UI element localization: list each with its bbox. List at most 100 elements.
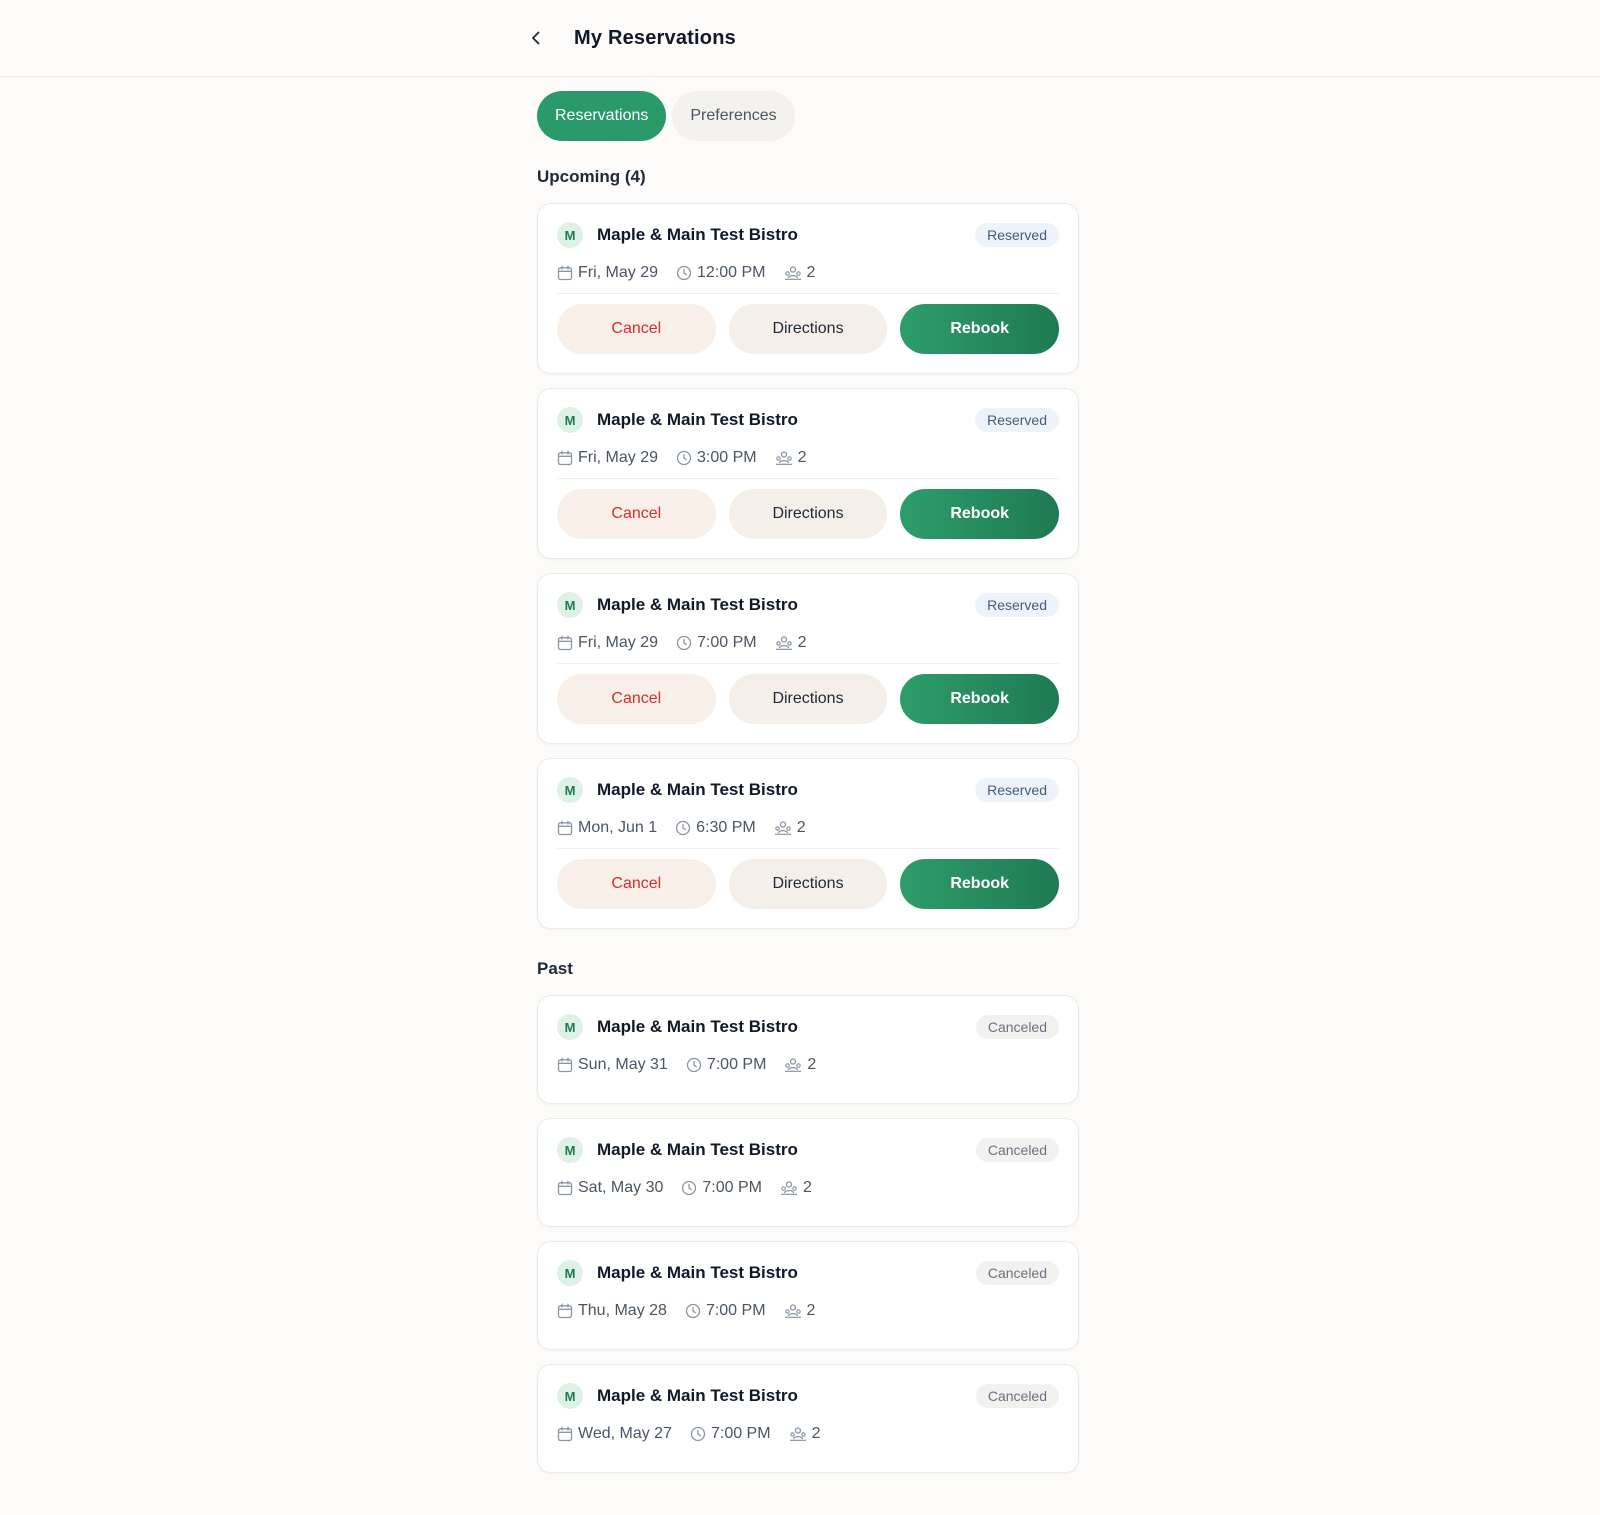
party-size: 2 <box>784 1302 815 1320</box>
people-icon <box>774 821 791 835</box>
reservation-meta: Sun, May 31 7:00 PM 2 <box>557 1053 1059 1077</box>
status-badge: Canceled <box>975 1384 1059 1408</box>
card-divider <box>557 478 1059 479</box>
guests-text: 2 <box>796 819 806 836</box>
time-text: 12:00 PM <box>697 264 766 281</box>
reservation-time: 7:00 PM <box>681 1179 762 1197</box>
status-badge: Canceled <box>975 1261 1059 1285</box>
people-icon <box>775 636 792 650</box>
tab-reservations[interactable]: Reservations <box>537 91 667 141</box>
card-header: M Maple & Main Test Bistro Canceled <box>557 1014 1059 1040</box>
card-header: M Maple & Main Test Bistro Reserved <box>557 407 1059 433</box>
past-reservation-card-4: M Maple & Main Test Bistro Canceled Wed,… <box>537 1364 1079 1473</box>
date-text: Thu, May 28 <box>578 1302 667 1319</box>
restaurant-avatar: M <box>557 592 583 618</box>
restaurant-avatar: M <box>557 222 583 248</box>
upcoming-reservation-card-4: M Maple & Main Test Bistro Reserved Mon,… <box>537 758 1079 929</box>
directions-button[interactable]: Directions <box>728 304 888 354</box>
reservation-meta: Wed, May 27 7:00 PM 2 <box>557 1422 1059 1446</box>
guests-text: 2 <box>797 449 807 466</box>
upcoming-list: M Maple & Main Test Bistro Reserved Fri,… <box>537 203 1079 929</box>
people-icon <box>785 1058 802 1072</box>
restaurant-avatar: M <box>557 1383 583 1409</box>
calendar-icon <box>557 635 573 651</box>
time-text: 7:00 PM <box>705 1302 766 1319</box>
top-bar: My Reservations <box>0 0 1600 77</box>
party-size: 2 <box>784 1056 816 1074</box>
reservation-date: Sat, May 30 <box>557 1179 663 1197</box>
card-actions: Cancel Directions Rebook <box>557 304 1060 354</box>
clock-icon <box>685 1303 701 1319</box>
party-size: 2 <box>780 1179 812 1197</box>
restaurant-name: Maple & Main Test Bistro <box>597 1386 798 1405</box>
clock-icon <box>682 1180 697 1196</box>
past-reservation-card-1: M Maple & Main Test Bistro Canceled Sun,… <box>537 995 1079 1104</box>
reservation-meta: Mon, Jun 1 6:30 PM 2 <box>557 816 1059 840</box>
date-text: Mon, Jun 1 <box>578 819 658 836</box>
card-divider <box>557 663 1059 664</box>
restaurant-avatar: M <box>557 1014 583 1040</box>
date-text: Fri, May 29 <box>578 449 659 466</box>
guests-text: 2 <box>806 264 816 281</box>
status-badge: Canceled <box>975 1015 1059 1039</box>
calendar-icon <box>557 1426 573 1442</box>
reservation-time: 7:00 PM <box>685 1302 766 1320</box>
status-badge: Reserved <box>975 223 1059 247</box>
guests-text: 2 <box>797 634 807 651</box>
back-button[interactable] <box>522 24 550 52</box>
date-text: Fri, May 29 <box>578 634 659 651</box>
party-size: 2 <box>774 819 806 837</box>
main-content: Reservations Preferences Upcoming (4) M … <box>537 91 1079 1487</box>
tab-bar: Reservations Preferences <box>537 91 1079 141</box>
rebook-button[interactable]: Rebook <box>900 304 1060 354</box>
party-size: 2 <box>784 264 816 282</box>
cancel-button[interactable]: Cancel <box>557 304 716 354</box>
restaurant-avatar: M <box>557 407 583 433</box>
people-icon <box>775 451 792 465</box>
past-reservation-card-2: M Maple & Main Test Bistro Canceled Sat,… <box>537 1118 1079 1227</box>
reservation-time: 12:00 PM <box>676 264 766 282</box>
restaurant-avatar: M <box>557 777 583 803</box>
people-icon <box>784 1304 801 1318</box>
cancel-button[interactable]: Cancel <box>557 489 716 539</box>
card-divider <box>557 848 1059 849</box>
restaurant-name: Maple & Main Test Bistro <box>597 780 798 799</box>
upcoming-reservation-card-1: M Maple & Main Test Bistro Reserved Fri,… <box>537 203 1079 374</box>
tab-preferences[interactable]: Preferences <box>672 91 795 141</box>
clock-icon <box>676 635 692 651</box>
reservation-time: 7:00 PM <box>676 634 757 652</box>
reservation-date: Thu, May 28 <box>557 1302 667 1320</box>
cancel-button[interactable]: Cancel <box>557 674 716 724</box>
reservation-date: Mon, Jun 1 <box>557 819 657 837</box>
rebook-button[interactable]: Rebook <box>900 674 1060 724</box>
party-size: 2 <box>775 449 807 467</box>
cancel-button[interactable]: Cancel <box>557 859 716 909</box>
card-actions: Cancel Directions Rebook <box>557 859 1060 909</box>
time-text: 7:00 PM <box>706 1056 767 1073</box>
reservation-date: Fri, May 29 <box>557 264 658 282</box>
party-size: 2 <box>789 1425 820 1443</box>
card-header: M Maple & Main Test Bistro Reserved <box>557 222 1059 248</box>
rebook-button[interactable]: Rebook <box>900 489 1060 539</box>
rebook-button[interactable]: Rebook <box>900 859 1060 909</box>
calendar-icon <box>557 1180 573 1196</box>
status-badge: Canceled <box>975 1138 1059 1162</box>
reservation-meta: Fri, May 29 12:00 PM 2 <box>557 261 1059 285</box>
past-section-title: Past <box>537 959 573 978</box>
time-text: 3:00 PM <box>697 449 757 466</box>
clock-icon <box>676 820 691 836</box>
calendar-icon <box>557 450 573 466</box>
directions-button[interactable]: Directions <box>728 489 888 539</box>
upcoming-section-title: Upcoming (4) <box>537 167 646 186</box>
time-text: 7:00 PM <box>702 1179 762 1196</box>
directions-button[interactable]: Directions <box>728 674 888 724</box>
card-header: M Maple & Main Test Bistro Reserved <box>557 777 1059 803</box>
people-icon <box>784 266 801 280</box>
directions-button[interactable]: Directions <box>728 859 888 909</box>
calendar-icon <box>557 820 573 836</box>
calendar-icon <box>557 265 573 281</box>
calendar-icon <box>557 1303 573 1319</box>
date-text: Fri, May 29 <box>578 264 659 281</box>
restaurant-avatar: M <box>557 1137 583 1163</box>
reservation-time: 6:30 PM <box>675 819 756 837</box>
